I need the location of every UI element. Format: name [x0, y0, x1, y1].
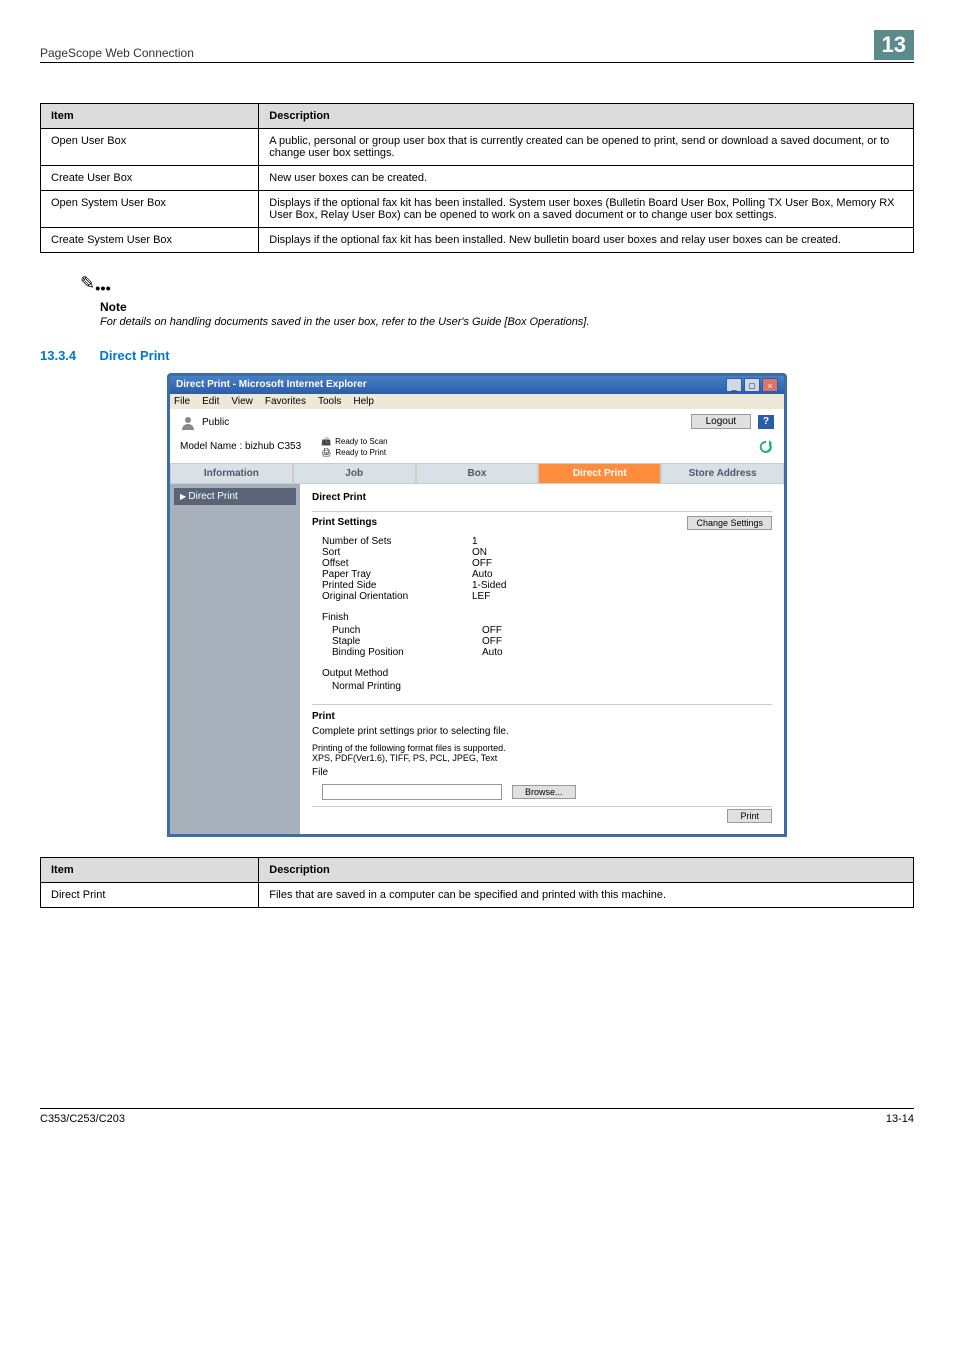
printer-icon: 🖨	[321, 448, 331, 457]
ready-scan: Ready to Scan	[335, 437, 387, 446]
page-header: PageScope Web Connection 13	[40, 30, 914, 63]
finish-list: PunchOFF StapleOFF Binding PositionAuto	[312, 623, 772, 666]
browse-button[interactable]: Browse...	[512, 785, 576, 799]
status-bar: Model Name : bizhub C353 📠Ready to Scan …	[170, 437, 784, 463]
print-section: Print Complete print settings prior to s…	[312, 704, 772, 826]
menu-help[interactable]: Help	[353, 396, 374, 407]
item-description-table-2: Item Description Direct PrintFiles that …	[40, 857, 914, 908]
finish-heading: Finish	[312, 610, 772, 623]
content-area: Direct Print Direct Print Print Settings…	[170, 484, 784, 834]
browser-body: Public Logout ? Model Name : bizhub C353…	[170, 409, 784, 834]
maximize-button[interactable]: □	[744, 378, 760, 392]
header-title: PageScope Web Connection	[40, 46, 194, 60]
main-panel: Direct Print Print Settings Change Setti…	[300, 484, 784, 834]
menu-file[interactable]: File	[174, 396, 190, 407]
section-title: Direct Print	[100, 348, 170, 363]
window-controls: _ □ ×	[726, 378, 778, 392]
top-bar: Public Logout ?	[170, 409, 784, 437]
file-input[interactable]	[322, 784, 502, 800]
logout-button[interactable]: Logout	[691, 414, 752, 429]
table2-header-desc: Description	[259, 857, 914, 882]
tab-box[interactable]: Box	[416, 463, 539, 484]
browser-menu: File Edit View Favorites Tools Help	[170, 394, 784, 409]
print-button[interactable]: Print	[727, 809, 772, 823]
browser-titlebar: Direct Print - Microsoft Internet Explor…	[170, 376, 784, 394]
note-label: Note	[100, 300, 914, 314]
output-method-heading: Output Method	[312, 666, 772, 679]
page-footer: C353/C253/C203 13-14	[40, 1108, 914, 1125]
menu-favorites[interactable]: Favorites	[265, 396, 306, 407]
help-icon[interactable]: ?	[758, 415, 774, 429]
browser-window: Direct Print - Microsoft Internet Explor…	[167, 373, 787, 837]
tab-direct-print[interactable]: Direct Print	[538, 463, 661, 484]
note-text: For details on handling documents saved …	[100, 316, 914, 328]
table-row: Direct PrintFiles that are saved in a co…	[41, 882, 914, 907]
scanner-icon: 📠	[321, 437, 331, 446]
table-row: Create System User BoxDisplays if the op…	[41, 228, 914, 253]
print-instruction-1: Complete print settings prior to selecti…	[312, 726, 772, 737]
sidebar: Direct Print	[170, 484, 300, 834]
table1-header-desc: Description	[259, 104, 914, 129]
section-heading: 13.3.4 Direct Print	[40, 348, 914, 363]
print-instruction-2: Printing of the following format files i…	[312, 743, 772, 753]
print-heading: Print	[312, 711, 772, 722]
menu-edit[interactable]: Edit	[202, 396, 219, 407]
section-number: 13.3.4	[40, 348, 76, 363]
table-row: Open User BoxA public, personal or group…	[41, 129, 914, 166]
footer-right: 13-14	[886, 1113, 914, 1125]
close-button[interactable]: ×	[762, 378, 778, 392]
model-name: Model Name : bizhub C353	[180, 441, 301, 452]
header-number: 13	[874, 30, 914, 60]
print-formats: XPS, PDF(Ver1.6), TIFF, PS, PCL, JPEG, T…	[312, 753, 772, 763]
table-row: Open System User BoxDisplays if the opti…	[41, 191, 914, 228]
menu-view[interactable]: View	[231, 396, 253, 407]
item-description-table-1: Item Description Open User BoxA public, …	[40, 103, 914, 253]
tab-bar: Information Job Box Direct Print Store A…	[170, 463, 784, 484]
ready-print: Ready to Print	[335, 448, 386, 457]
tab-information[interactable]: Information	[170, 463, 293, 484]
refresh-icon[interactable]	[758, 439, 774, 455]
change-settings-button[interactable]: Change Settings	[687, 516, 772, 530]
settings-list: Number of Sets1 SortON OffsetOFF Paper T…	[312, 534, 772, 610]
table2-header-item: Item	[41, 857, 259, 882]
user-icon	[180, 415, 196, 431]
window-title: Direct Print - Microsoft Internet Explor…	[176, 379, 367, 390]
sidebar-item-direct-print[interactable]: Direct Print	[174, 488, 296, 505]
tab-store-address[interactable]: Store Address	[661, 463, 784, 484]
file-label: File	[312, 767, 772, 778]
table1-header-item: Item	[41, 104, 259, 129]
note-icon: ✎•••	[80, 273, 914, 298]
print-settings-heading: Print Settings	[312, 517, 377, 528]
menu-tools[interactable]: Tools	[318, 396, 341, 407]
table-row: Create User BoxNew user boxes can be cre…	[41, 166, 914, 191]
footer-left: C353/C253/C203	[40, 1113, 125, 1125]
tab-job[interactable]: Job	[293, 463, 416, 484]
output-value: Normal Printing	[312, 679, 772, 700]
panel-title: Direct Print	[312, 492, 772, 503]
public-label: Public	[202, 417, 229, 428]
minimize-button[interactable]: _	[726, 378, 742, 392]
